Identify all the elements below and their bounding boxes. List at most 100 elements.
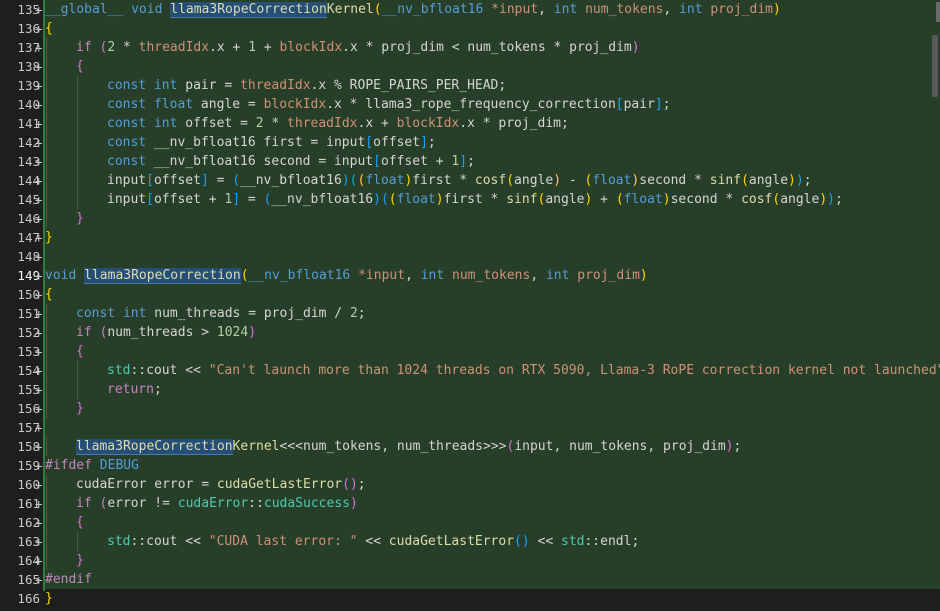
line-number: 144 bbox=[17, 173, 40, 188]
code-text: const __nv_bfloat16 second = input[offse… bbox=[107, 152, 475, 171]
line-number: 135 bbox=[17, 2, 40, 17]
code-token: float bbox=[365, 173, 405, 188]
code-token: __nv_bfloat16 bbox=[240, 173, 342, 188]
code-line[interactable]: 148 + bbox=[17, 247, 940, 266]
code-token: ::cout << bbox=[130, 363, 209, 378]
line-number: 148 bbox=[17, 249, 40, 264]
diff-plus-marker: + bbox=[35, 363, 43, 378]
line-number: 142 bbox=[17, 135, 40, 150]
indent-guide bbox=[77, 152, 78, 171]
code-line[interactable]: 135 + __global__ void llama3RopeCorrection… bbox=[17, 0, 940, 19]
code-line[interactable]: 142 + const __nv_bfloat16 first = input[of… bbox=[17, 133, 940, 152]
code-text: { bbox=[45, 19, 53, 38]
code-line[interactable]: 149 + void llama3RopeCorrection(__nv_bfloa… bbox=[17, 266, 940, 285]
code-token: } bbox=[76, 401, 84, 416]
code-area[interactable]: 135 + __global__ void llama3RopeCorrection… bbox=[17, 0, 940, 608]
code-token: std bbox=[107, 534, 131, 549]
code-text: #ifdef DEBUG bbox=[45, 456, 139, 475]
code-token: cudaError error = bbox=[76, 477, 217, 492]
code-token: pair bbox=[623, 97, 655, 112]
diff-plus-marker: + bbox=[35, 268, 43, 283]
code-line[interactable]: 137 + if (2 * threadIdx.x + 1 + blockIdx.x… bbox=[17, 38, 940, 57]
code-token: .x + bbox=[209, 40, 249, 55]
code-line[interactable]: 140 + const float angle = blockIdx.x * lla… bbox=[17, 95, 940, 114]
code-token: int bbox=[122, 306, 147, 321]
indent-guide bbox=[46, 361, 47, 380]
indent-guide bbox=[46, 133, 47, 152]
code-line[interactable]: 160 + cudaError error = cudaGetLastError()… bbox=[17, 475, 940, 494]
code-line[interactable]: 143 + const __nv_bfloat16 second = input[o… bbox=[17, 152, 940, 171]
diff-plus-marker: + bbox=[35, 59, 43, 74]
code-line[interactable]: 146 +} bbox=[17, 209, 940, 228]
line-number: 156 bbox=[17, 401, 40, 416]
code-text: const int pair = threadIdx.x % ROPE_PAIR… bbox=[107, 76, 506, 95]
code-token: ) bbox=[772, 2, 781, 17]
code-token: llama3RopeCorrection bbox=[76, 439, 233, 455]
code-token: ; bbox=[427, 135, 436, 150]
code-line[interactable]: 163 + std::cout << "CUDA last error: " << … bbox=[17, 532, 940, 551]
code-token: threadIdx bbox=[138, 40, 210, 55]
code-editor[interactable]: 135 + __global__ void llama3RopeCorrection… bbox=[0, 0, 940, 611]
code-line[interactable]: 166} bbox=[17, 589, 940, 608]
code-token: if bbox=[76, 496, 92, 511]
code-line[interactable]: 136 +{ bbox=[17, 19, 940, 38]
indent-guide bbox=[46, 304, 47, 323]
code-token: int bbox=[420, 268, 445, 283]
code-token: __global__ bbox=[45, 2, 124, 17]
code-line[interactable]: 141 + const int offset = 2 * threadIdx.x +… bbox=[17, 114, 940, 133]
code-text: } bbox=[76, 209, 84, 228]
code-line[interactable]: 156 +} bbox=[17, 399, 940, 418]
code-token: __nv_bfloat16 bbox=[248, 268, 351, 283]
code-token: <<<num_tokens, num_threads>>> bbox=[279, 439, 507, 454]
code-token: *input bbox=[491, 2, 539, 17]
code-line[interactable]: 151 + const int num_threads = proj_dim / 2… bbox=[17, 304, 940, 323]
diff-plus-marker: + bbox=[35, 2, 43, 17]
code-line[interactable]: 158 + llama3RopeCorrectionKernel<<<num_tok… bbox=[17, 437, 940, 456]
code-line[interactable]: 165 + #endif bbox=[17, 570, 940, 589]
code-token: { bbox=[76, 59, 84, 74]
code-token: + bbox=[592, 192, 616, 207]
code-line[interactable]: 144 + input[offset] = (__nv_bfloat16)((flo… bbox=[17, 171, 940, 190]
code-token: .x + bbox=[357, 116, 397, 131]
code-line[interactable]: 139 + const int pair = threadIdx.x % ROPE_… bbox=[17, 76, 940, 95]
indent-guide bbox=[46, 114, 47, 133]
code-text: const int offset = 2 * threadIdx.x + blo… bbox=[107, 114, 569, 133]
code-line[interactable]: 159 + #ifdef DEBUG bbox=[17, 456, 940, 475]
diff-plus-marker: + bbox=[35, 211, 43, 226]
code-token: sinf bbox=[506, 192, 538, 207]
scrollbar-thumb[interactable] bbox=[932, 35, 938, 97]
vertical-scrollbar[interactable] bbox=[926, 0, 940, 611]
line-number: 143 bbox=[17, 154, 40, 169]
code-token: input bbox=[107, 173, 147, 188]
code-line[interactable]: 145 + input[offset + 1] = (__nv_bfloat16)(… bbox=[17, 190, 940, 209]
code-line[interactable]: 152 + if (num_threads > 1024) bbox=[17, 323, 940, 342]
code-token: ) bbox=[435, 192, 444, 207]
code-line[interactable]: 154 + std::cout << "Can't launch more than… bbox=[17, 361, 940, 380]
code-token: ( bbox=[388, 192, 397, 207]
code-line[interactable]: 157 + bbox=[17, 418, 940, 437]
code-line[interactable]: 161 + if (error != cudaError::cudaSuccess) bbox=[17, 494, 940, 513]
code-token: std bbox=[107, 363, 131, 378]
indent-guide bbox=[46, 494, 47, 513]
code-token: cosf bbox=[474, 173, 507, 188]
code-token: } bbox=[76, 211, 84, 226]
code-line[interactable]: 155 + return; bbox=[17, 380, 940, 399]
code-line[interactable]: 153 + { bbox=[17, 342, 940, 361]
indent-guide bbox=[46, 190, 47, 209]
line-number: 151 bbox=[17, 306, 40, 321]
code-token: "Can't launch more than 1024 threads on … bbox=[208, 363, 940, 378]
code-line[interactable]: 138 + { bbox=[17, 57, 940, 76]
code-line[interactable]: 164 +} bbox=[17, 551, 940, 570]
code-token: #endif bbox=[45, 572, 92, 587]
indent-guide bbox=[46, 342, 47, 361]
code-line[interactable]: 150 +{ bbox=[17, 285, 940, 304]
indent-guide bbox=[46, 551, 47, 570]
indent-guide bbox=[77, 361, 78, 380]
code-text: #endif bbox=[45, 570, 92, 589]
code-line[interactable]: 162 + { bbox=[17, 513, 940, 532]
code-line[interactable]: 147 +} bbox=[17, 228, 940, 247]
